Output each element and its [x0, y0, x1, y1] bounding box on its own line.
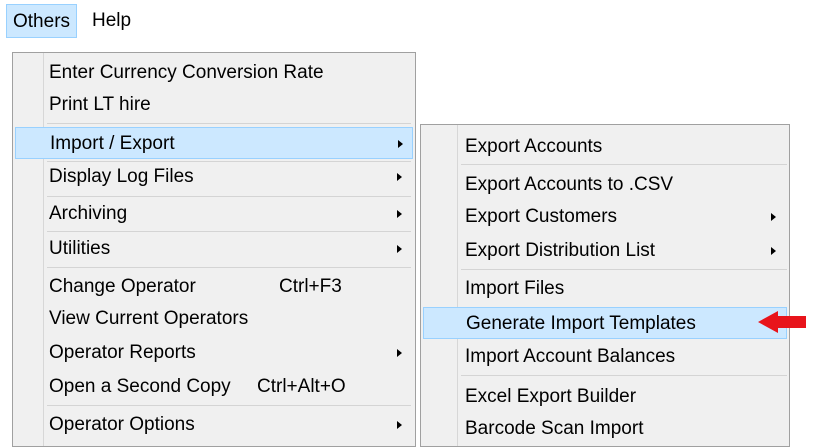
others-menu: Enter Currency Conversion Rate Print LT … [12, 52, 416, 447]
menu-item-label: Export Distribution List [465, 240, 656, 261]
submenu-arrow-icon [397, 210, 402, 218]
menu-item-utilities[interactable]: Utilities [15, 233, 413, 265]
menu-separator [47, 267, 411, 268]
submenu-arrow-icon [397, 245, 402, 253]
menu-item-label: Excel Export Builder [465, 386, 637, 407]
menu-item-excel-export-builder[interactable]: Excel Export Builder [423, 381, 787, 413]
menu-item-label: Export Accounts [465, 136, 603, 157]
submenu-arrow-icon [771, 247, 776, 255]
menu-separator [461, 164, 787, 165]
menu-item-label: Import Files [465, 278, 565, 299]
menu-item-import-account-balances[interactable]: Import Account Balances [423, 341, 787, 373]
menu-item-label: Operator Options [49, 414, 195, 435]
menu-item-operator-options[interactable]: Operator Options [15, 409, 413, 441]
menu-item-enter-currency[interactable]: Enter Currency Conversion Rate [15, 57, 413, 89]
submenu-arrow-icon [397, 421, 402, 429]
menu-item-label: Import Account Balances [465, 346, 676, 367]
menu-item-import-files[interactable]: Import Files [423, 273, 787, 305]
menu-bar: Others Help [0, 0, 832, 42]
menubar-help[interactable]: Help [86, 4, 137, 38]
menu-item-print-lt-hire[interactable]: Print LT hire [15, 89, 413, 121]
menu-separator [47, 196, 411, 197]
submenu-arrow-icon [397, 349, 402, 357]
menu-item-operator-reports[interactable]: Operator Reports [15, 337, 413, 369]
shortcut-label: Ctrl+F3 [279, 276, 342, 297]
submenu-arrow-icon [771, 213, 776, 221]
menu-item-archiving[interactable]: Archiving [15, 198, 413, 230]
menu-item-export-customers[interactable]: Export Customers [423, 201, 787, 233]
menu-item-open-second-copy[interactable]: Open a Second Copy Ctrl+Alt+O [15, 371, 413, 403]
menu-item-label: View Current Operators [49, 308, 249, 329]
menu-item-change-operator[interactable]: Change Operator Ctrl+F3 [15, 271, 413, 303]
menu-separator [461, 269, 787, 270]
menu-item-label: Export Customers [465, 206, 618, 227]
menu-item-import-export[interactable]: Import / Export [15, 127, 413, 159]
submenu-arrow-icon [398, 140, 403, 148]
menu-item-export-accounts[interactable]: Export Accounts [423, 131, 787, 163]
menu-item-label: Display Log Files [49, 166, 194, 187]
menu-item-label: Generate Import Templates [466, 313, 696, 334]
menu-item-label: Operator Reports [49, 342, 196, 363]
menu-item-label: Utilities [49, 238, 111, 259]
menu-item-label: Enter Currency Conversion Rate [49, 62, 324, 83]
menubar-others[interactable]: Others [6, 4, 78, 38]
menu-item-display-log-files[interactable]: Display Log Files [15, 161, 413, 193]
menu-item-export-accounts-csv[interactable]: Export Accounts to .CSV [423, 169, 787, 201]
menu-item-label: Archiving [49, 203, 128, 224]
shortcut-label: Ctrl+Alt+O [257, 376, 346, 397]
menu-separator [47, 405, 411, 406]
menu-item-generate-import-templates[interactable]: Generate Import Templates [423, 307, 787, 339]
import-export-submenu: Export Accounts Export Accounts to .CSV … [420, 124, 790, 447]
menu-item-label: Import / Export [50, 133, 175, 154]
menu-item-label: Open a Second Copy [49, 376, 231, 397]
menu-item-view-current-operators[interactable]: View Current Operators [15, 303, 413, 335]
menu-separator [461, 375, 787, 376]
menu-separator [47, 123, 411, 124]
menu-item-label: Barcode Scan Import [465, 418, 644, 439]
menu-item-label: Change Operator [49, 276, 196, 297]
red-pointer-arrow-icon [758, 311, 806, 333]
menu-item-label: Export Accounts to .CSV [465, 174, 674, 195]
menu-separator [47, 231, 411, 232]
menu-item-label: Print LT hire [49, 94, 151, 115]
menu-item-barcode-scan-import[interactable]: Barcode Scan Import [423, 413, 787, 445]
menu-item-export-distribution-list[interactable]: Export Distribution List [423, 235, 787, 267]
submenu-arrow-icon [397, 173, 402, 181]
